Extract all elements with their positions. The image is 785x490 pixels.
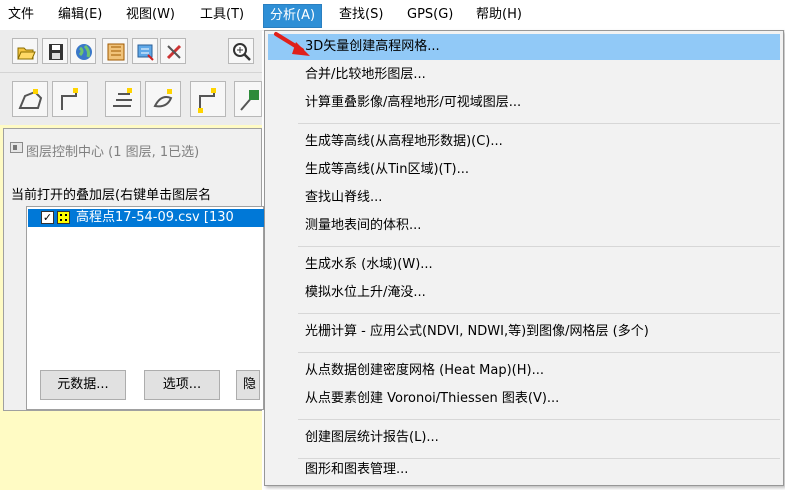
menu-item-layer-statistics[interactable]: 创建图层统计报告(L)... xyxy=(268,425,780,451)
globe-icon[interactable] xyxy=(70,38,96,64)
menu-edit[interactable]: 编辑(E) xyxy=(52,4,108,26)
zoom-in-icon[interactable] xyxy=(228,38,254,64)
layer-checkbox[interactable]: ✓ xyxy=(41,211,54,224)
draw-vertex-icon[interactable] xyxy=(190,81,226,117)
menu-gps[interactable]: GPS(G) xyxy=(401,4,459,26)
analysis-dropdown-menu: 3D矢量创建高程网格... 合并/比较地形图层... 计算重叠影像/高程地形/可… xyxy=(264,30,784,486)
menu-item-heat-map[interactable]: 从点数据创建密度网格 (Heat Map)(H)... xyxy=(268,358,780,384)
panel-title: 图层控制中心 (1 图层, 1已选) xyxy=(26,145,200,160)
menu-file[interactable]: 文件 xyxy=(2,4,40,26)
layers-icon[interactable] xyxy=(132,38,158,64)
pointer-arrow-icon xyxy=(274,32,310,56)
menu-separator xyxy=(298,246,780,247)
menu-item-water-level-rise[interactable]: 模拟水位上升/淹没... xyxy=(268,280,780,306)
menu-item-ridge-lines[interactable]: 查找山脊线... xyxy=(268,185,780,211)
save-icon[interactable] xyxy=(42,38,68,64)
menu-item-contours-elevation[interactable]: 生成等高线(从高程地形数据)(C)... xyxy=(268,129,780,155)
menu-help[interactable]: 帮助(H) xyxy=(470,4,528,26)
menu-item-watershed[interactable]: 生成水系 (水域)(W)... xyxy=(268,252,780,278)
layer-control-panel: 图层控制中心 (1 图层, 1已选) 当前打开的叠加层(右键单击图层名 ✓ 高程… xyxy=(3,128,264,411)
drawing-toolbar xyxy=(0,73,262,126)
menu-bar: 文件 编辑(E) 视图(W) 工具(T) 分析(A) 查找(S) GPS(G) … xyxy=(0,0,785,31)
draw-area-icon[interactable] xyxy=(12,81,48,117)
menu-item-chart-manager[interactable]: 图形和图表管理... xyxy=(268,457,780,483)
menu-item-create-elevation-grid[interactable]: 3D矢量创建高程网格... xyxy=(268,34,780,60)
window-icon xyxy=(10,142,23,153)
draw-polyline-icon[interactable] xyxy=(105,81,141,117)
point-layer-icon xyxy=(57,211,70,224)
tools-icon[interactable] xyxy=(160,38,186,64)
layer-row[interactable]: ✓ 高程点17-54-09.csv [130 xyxy=(28,209,264,227)
menu-item-contours-tin[interactable]: 生成等高线(从Tin区域)(T)... xyxy=(268,157,780,183)
menu-analysis[interactable]: 分析(A) xyxy=(263,4,323,28)
main-toolbar xyxy=(0,30,262,73)
draw-line-icon[interactable] xyxy=(52,81,88,117)
map-icon[interactable] xyxy=(102,38,128,64)
panel-description: 当前打开的叠加层(右键单击图层名 xyxy=(11,188,212,203)
menu-separator xyxy=(298,352,780,353)
layer-name: 高程点17-54-09.csv [130 xyxy=(76,210,234,225)
menu-separator xyxy=(298,419,780,420)
hide-button[interactable]: 隐 xyxy=(236,370,260,400)
menu-separator xyxy=(298,313,780,314)
options-button[interactable]: 选项... xyxy=(144,370,220,400)
menu-search[interactable]: 查找(S) xyxy=(333,4,389,26)
open-folder-icon[interactable] xyxy=(12,38,38,64)
menu-item-combine-terrain[interactable]: 合并/比较地形图层... xyxy=(268,62,780,88)
menu-item-calc-overlap[interactable]: 计算重叠影像/高程地形/可视域图层... xyxy=(268,90,780,116)
draw-3d-icon[interactable] xyxy=(234,81,262,117)
menu-item-voronoi[interactable]: 从点要素创建 Voronoi/Thiessen 图表(V)... xyxy=(268,386,780,412)
metadata-button[interactable]: 元数据... xyxy=(40,370,126,400)
menu-item-raster-calculator[interactable]: 光栅计算 - 应用公式(NDVI, NDWI,等)到图像/网格层 (多个) xyxy=(268,319,780,345)
draw-shape-icon[interactable] xyxy=(145,81,181,117)
menu-item-measure-volume[interactable]: 测量地表间的体积... xyxy=(268,213,780,239)
menu-separator xyxy=(298,123,780,124)
menu-tools[interactable]: 工具(T) xyxy=(194,4,250,26)
menu-view[interactable]: 视图(W) xyxy=(120,4,181,26)
